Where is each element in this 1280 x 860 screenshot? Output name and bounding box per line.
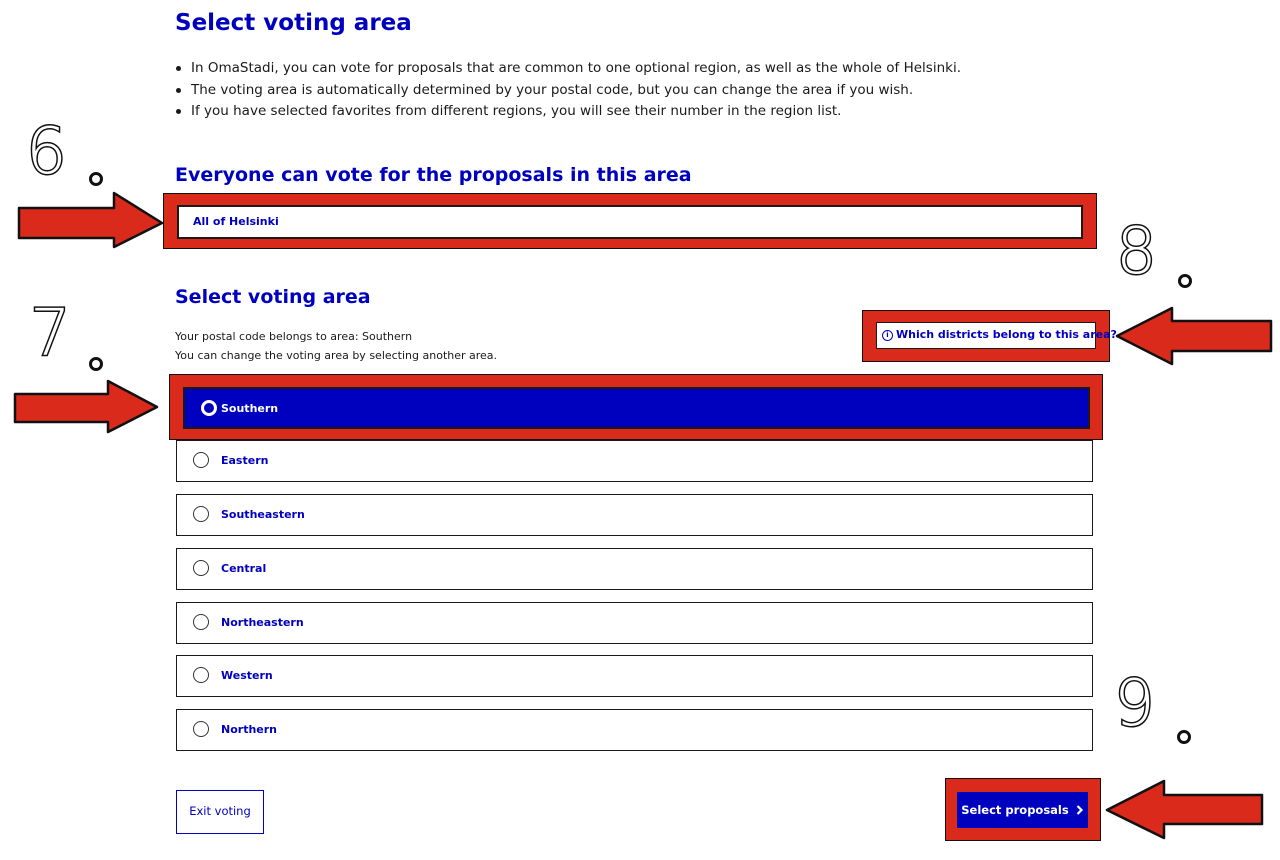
area-option-label: Northern bbox=[221, 723, 277, 736]
arrow-left-icon bbox=[1105, 779, 1264, 840]
radio-icon[interactable] bbox=[193, 614, 209, 630]
step-7-marker: 7 bbox=[29, 297, 73, 371]
area-option-northeastern[interactable]: Northeastern bbox=[176, 602, 1093, 644]
radio-icon[interactable] bbox=[193, 452, 209, 468]
area-option-western[interactable]: Western bbox=[176, 655, 1093, 697]
arrow-left-icon bbox=[1115, 306, 1273, 366]
area-option-label: Southern bbox=[221, 402, 279, 415]
chevron-right-icon bbox=[1076, 805, 1083, 815]
select-proposals-button[interactable]: Select proposals bbox=[957, 792, 1088, 828]
radio-selected-icon[interactable] bbox=[201, 400, 217, 416]
info-bullet-list: In OmaStadi, you can vote for proposals … bbox=[175, 58, 961, 123]
select-proposals-label: Select proposals bbox=[961, 803, 1069, 817]
area-option-northern[interactable]: Northern bbox=[176, 709, 1093, 751]
step-8-dot bbox=[1178, 274, 1192, 288]
radio-icon[interactable] bbox=[193, 506, 209, 522]
radio-icon[interactable] bbox=[193, 721, 209, 737]
arrow-right-icon bbox=[13, 379, 159, 434]
info-bullet: In OmaStadi, you can vote for proposals … bbox=[175, 58, 961, 80]
area-option-southeastern[interactable]: Southeastern bbox=[176, 494, 1093, 536]
everyone-heading: Everyone can vote for the proposals in t… bbox=[175, 164, 692, 186]
area-option-label: Western bbox=[221, 669, 273, 682]
arrow-right-icon bbox=[17, 191, 164, 249]
step-6-marker: 6 bbox=[25, 115, 69, 189]
area-option-eastern[interactable]: Eastern bbox=[176, 440, 1093, 482]
info-bullet: The voting area is automatically determi… bbox=[175, 80, 961, 102]
all-helsinki-area[interactable]: All of Helsinki bbox=[177, 205, 1083, 239]
area-option-label: Southeastern bbox=[221, 508, 305, 521]
which-districts-label: Which districts belong to this area? bbox=[896, 328, 1117, 341]
radio-icon[interactable] bbox=[193, 667, 209, 683]
postal-area-text: Your postal code belongs to area: Southe… bbox=[175, 330, 413, 343]
step-9-dot bbox=[1177, 730, 1191, 744]
postal-info: Your postal code belongs to area: Southe… bbox=[175, 327, 497, 365]
step-9-marker: 9 bbox=[1113, 667, 1157, 741]
area-option-label: Central bbox=[221, 562, 267, 575]
area-option-southern[interactable]: Southern bbox=[183, 387, 1090, 429]
step-7-dot bbox=[89, 357, 103, 371]
exit-voting-button[interactable]: Exit voting bbox=[176, 790, 264, 834]
area-option-label: Northeastern bbox=[221, 616, 304, 629]
select-area-heading: Select voting area bbox=[175, 286, 371, 308]
info-bullet: If you have selected favorites from diff… bbox=[175, 101, 961, 123]
area-option-label: Eastern bbox=[221, 454, 269, 467]
page-title: Select voting area bbox=[175, 10, 412, 36]
radio-icon[interactable] bbox=[193, 560, 209, 576]
step-6-dot bbox=[89, 172, 103, 186]
info-icon: i bbox=[882, 330, 893, 341]
which-districts-link[interactable]: i Which districts belong to this area? bbox=[876, 322, 1117, 349]
change-area-text: You can change the voting area by select… bbox=[175, 349, 498, 362]
step-8-marker: 8 bbox=[1115, 215, 1159, 289]
area-option-central[interactable]: Central bbox=[176, 548, 1093, 590]
